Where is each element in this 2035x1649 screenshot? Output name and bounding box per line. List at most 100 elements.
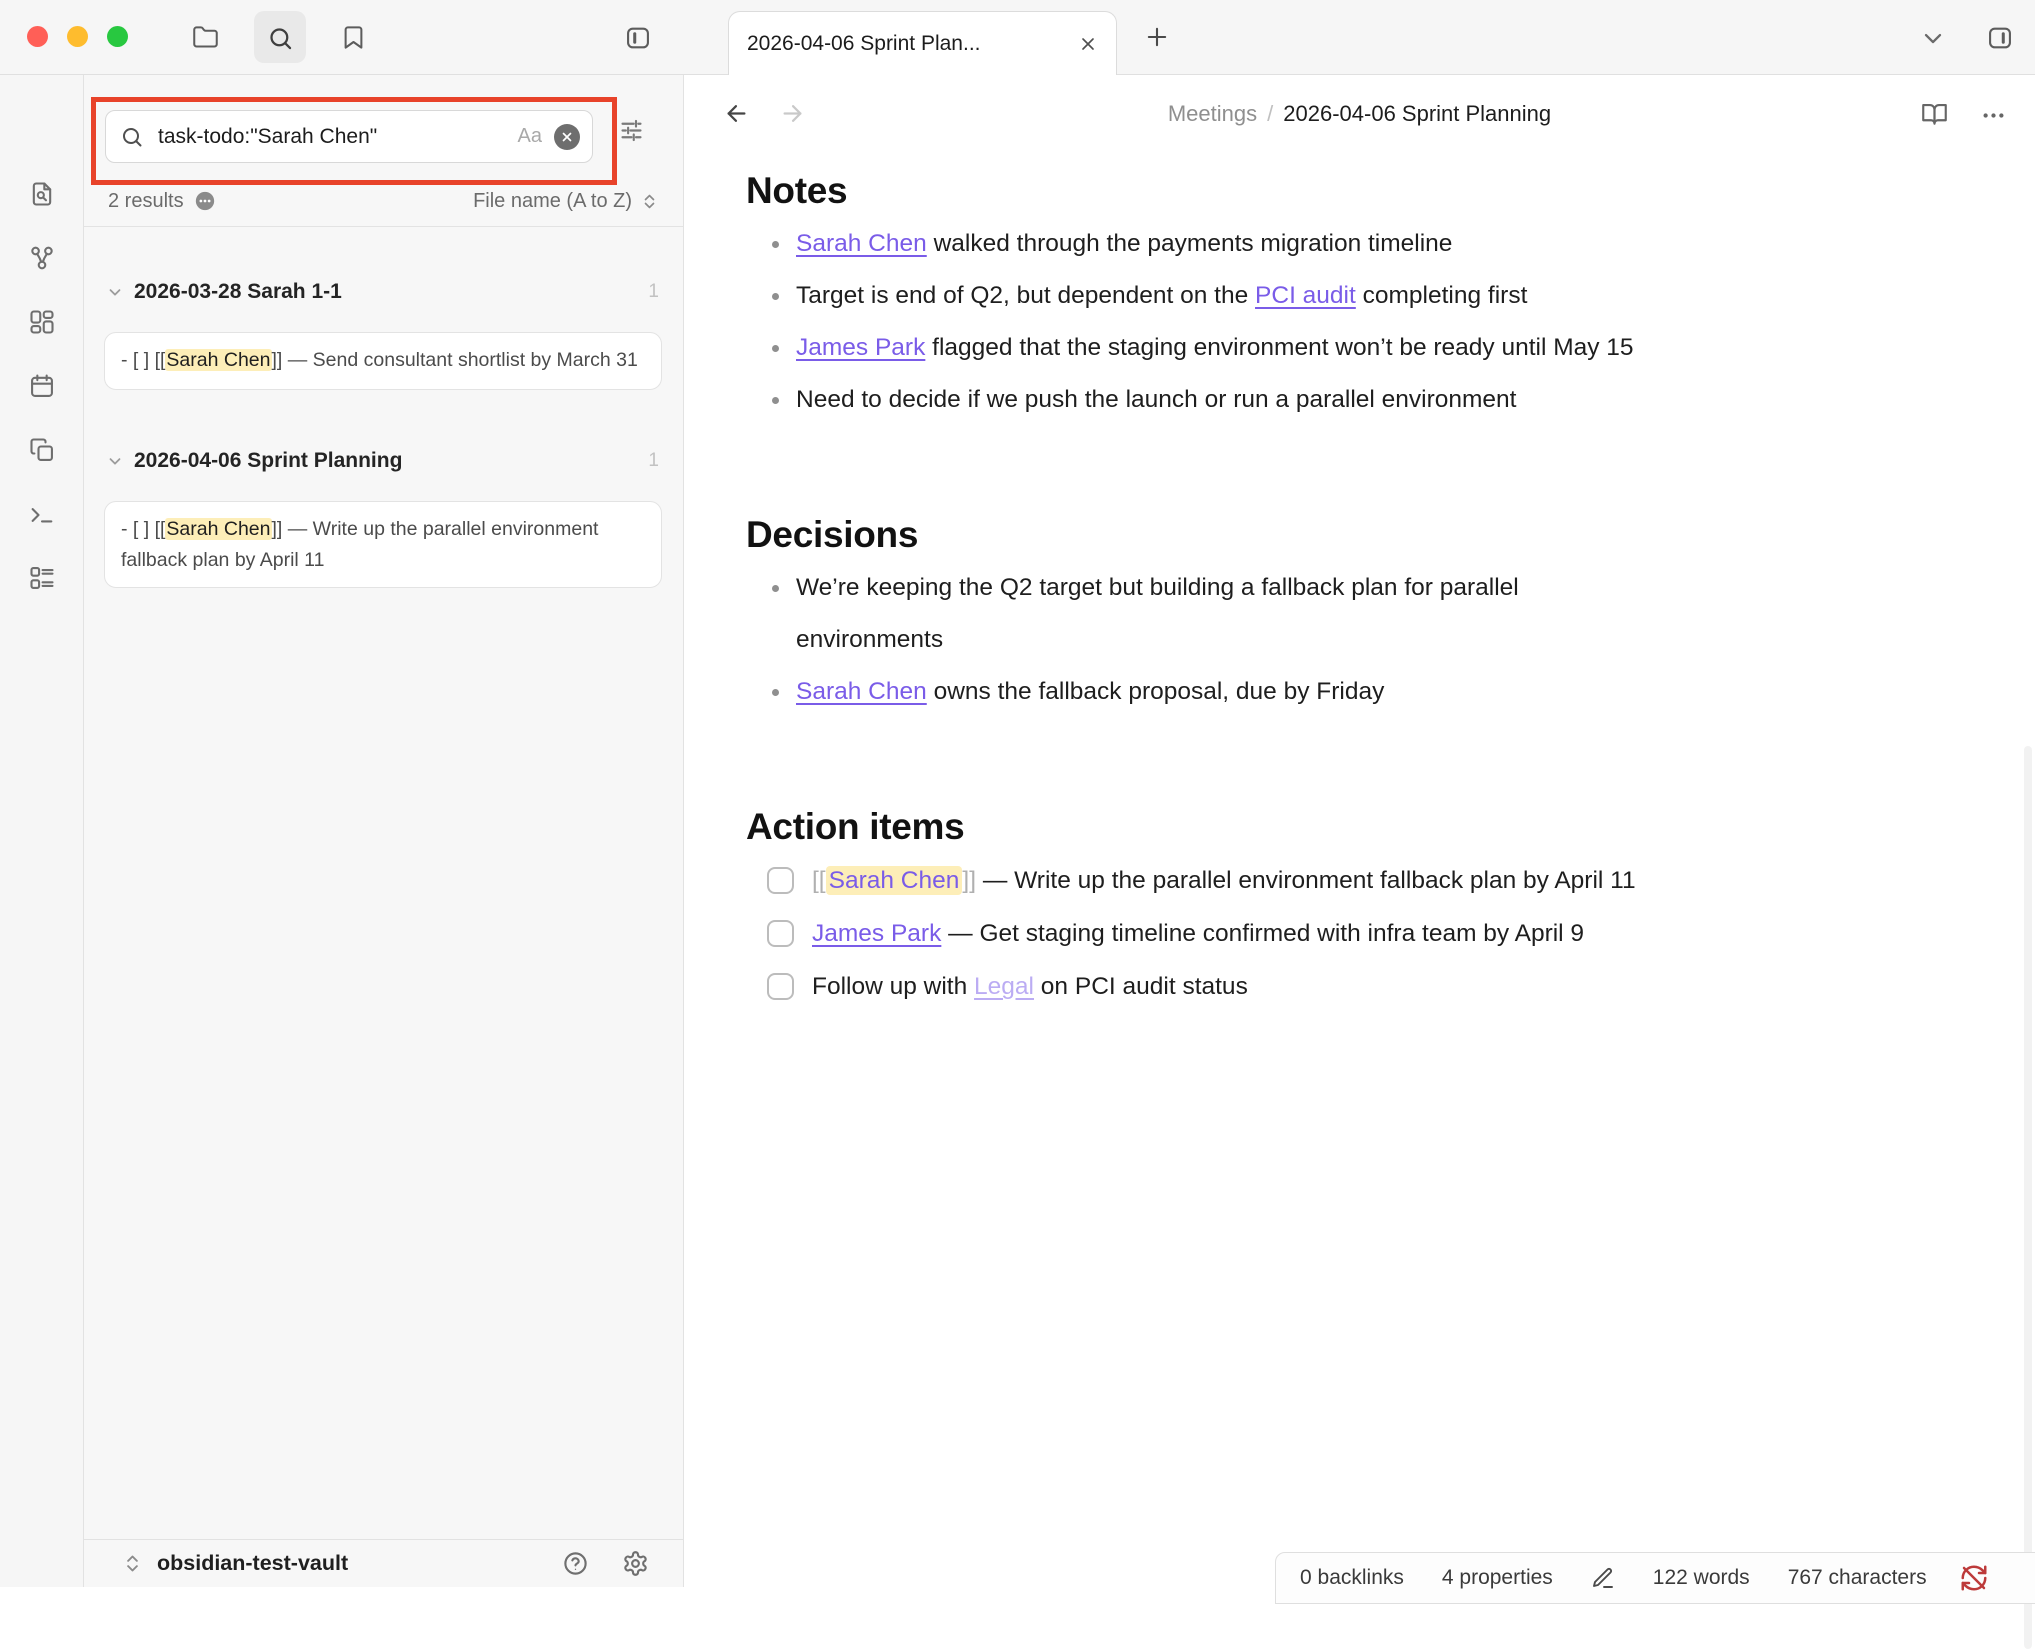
tab-close-icon[interactable]: [1078, 34, 1098, 54]
canvas-icon[interactable]: [28, 308, 56, 336]
bullet-item: Need to decide if we push the launch or …: [746, 374, 1986, 426]
text: - [ ] [[: [121, 518, 165, 540]
view-header: Meetings / 2026-04-06 Sprint Planning: [684, 75, 2035, 151]
text: environments: [796, 626, 943, 653]
bookmark-icon[interactable]: [340, 24, 367, 51]
task-item: [[Sarah Chen]] — Write up the parallel e…: [746, 854, 1986, 907]
breadcrumb-separator: /: [1267, 101, 1273, 126]
search-input[interactable]: [156, 124, 512, 150]
help-icon[interactable]: [562, 1550, 589, 1577]
vault-name[interactable]: obsidian-test-vault: [157, 1551, 348, 1576]
text: We’re keeping the Q2 target but building…: [796, 574, 1519, 601]
status-bar: 0 backlinks 4 properties 122 words 767 c…: [1275, 1552, 2035, 1604]
panel-right-toggle-icon[interactable]: [1986, 24, 2014, 52]
list-item-text: We’re keeping the Q2 target but building…: [796, 574, 1519, 653]
link-brackets: [[: [812, 867, 826, 894]
tab-list-chevron-down-icon[interactable]: [1919, 24, 1947, 52]
collapse-chevron-icon: [106, 452, 124, 470]
result-group-header[interactable]: 2026-03-28 Sarah 1-1 1: [106, 277, 659, 307]
copy-icon[interactable]: [28, 436, 56, 464]
edit-mode-pencil-icon[interactable]: [1591, 1566, 1615, 1590]
folder-icon[interactable]: [192, 24, 219, 51]
reading-mode-book-icon[interactable]: [1921, 100, 1948, 127]
collapse-chevron-icon: [106, 283, 124, 301]
clear-search-icon[interactable]: [554, 124, 580, 150]
text: walked through the payments migration ti…: [927, 230, 1453, 257]
list-item-text: Sarah Chen owns the fallback proposal, d…: [796, 678, 1384, 705]
task-checkbox[interactable]: [767, 920, 794, 947]
editor-pane: Meetings / 2026-04-06 Sprint Planning Note…: [684, 75, 2035, 1587]
titlebar: 2026-04-06 Sprint Plan...: [0, 0, 2035, 75]
settings-gear-icon[interactable]: [622, 1550, 649, 1577]
task-item: James Park — Get staging timeline confir…: [746, 907, 1986, 960]
bullet-list: Sarah Chen walked through the payments m…: [746, 218, 1986, 426]
search-result-item[interactable]: - [ ] [[Sarah Chen]] — Write up the para…: [104, 501, 662, 588]
ribbon: [0, 75, 84, 1587]
breadcrumb-note-title[interactable]: 2026-04-06 Sprint Planning: [1283, 101, 1551, 126]
search-highlight: Sarah Chen: [165, 349, 271, 371]
task-checkbox[interactable]: [767, 867, 794, 894]
list-item-text: [[Sarah Chen]] — Write up the parallel e…: [812, 854, 1636, 907]
result-group-header[interactable]: 2026-04-06 Sprint Planning 1: [106, 446, 659, 476]
tab-sprint-planning[interactable]: 2026-04-06 Sprint Plan...: [728, 11, 1117, 75]
minimize-window-button[interactable]: [67, 26, 88, 47]
search-icon[interactable]: [267, 25, 294, 52]
section-notes: Notes Sarah Chen walked through the paym…: [746, 168, 1986, 426]
graph-icon[interactable]: [28, 244, 56, 272]
bullet-item: We’re keeping the Q2 target but building…: [746, 562, 1986, 666]
unresolved-link[interactable]: Legal: [974, 973, 1034, 1000]
task-list: [[Sarah Chen]] — Write up the parallel e…: [746, 854, 1986, 1013]
search-pane: Aa 2 results File name (A to Z) 2026-03-…: [84, 75, 684, 1539]
list-item-text: Target is end of Q2, but dependent on th…: [796, 282, 1527, 309]
sync-off-icon[interactable]: [1959, 1563, 1989, 1593]
close-window-button[interactable]: [27, 26, 48, 47]
new-tab-icon[interactable]: [1143, 23, 1171, 51]
calendar-icon[interactable]: [28, 372, 56, 400]
bullet-item: Sarah Chen walked through the payments m…: [746, 218, 1986, 270]
bullet-item: James Park flagged that the staging envi…: [746, 322, 1986, 374]
internal-link[interactable]: Sarah Chen: [796, 230, 927, 257]
match-case-toggle[interactable]: Aa: [518, 125, 542, 148]
breadcrumb: Meetings / 2026-04-06 Sprint Planning: [684, 101, 2035, 127]
vault-switcher-icon[interactable]: [122, 1553, 143, 1574]
text: Follow up with: [812, 973, 974, 1000]
search-settings-sliders-icon[interactable]: [618, 117, 645, 144]
terminal-icon[interactable]: [28, 501, 56, 529]
text: owns the fallback proposal, due by Frida…: [927, 678, 1385, 705]
list-item-text: Sarah Chen walked through the payments m…: [796, 230, 1452, 257]
breadcrumb-folder[interactable]: Meetings: [1168, 101, 1257, 126]
result-file-name: 2026-03-28 Sarah 1-1: [134, 280, 342, 304]
list-item-text: James Park — Get staging timeline confir…: [812, 907, 1584, 960]
magnifier-icon: [120, 125, 144, 149]
file-search-icon[interactable]: [28, 180, 56, 208]
internal-link[interactable]: PCI audit: [1255, 282, 1356, 309]
more-options-icon[interactable]: [1980, 102, 2007, 129]
task-item: Follow up with Legal on PCI audit status: [746, 960, 1986, 1013]
bullet-list: We’re keeping the Q2 target but building…: [746, 562, 1986, 718]
task-checkbox[interactable]: [767, 973, 794, 1000]
results-info-icon[interactable]: [194, 190, 216, 212]
internal-link[interactable]: Sarah Chen: [826, 866, 963, 895]
scrollbar[interactable]: [2024, 746, 2032, 1649]
properties-status[interactable]: 4 properties: [1442, 1566, 1553, 1590]
search-input-container[interactable]: Aa: [105, 110, 593, 163]
vault-bar: obsidian-test-vault: [84, 1539, 684, 1587]
search-result-item[interactable]: - [ ] [[Sarah Chen]] — Send consultant s…: [104, 332, 662, 390]
backlinks-status[interactable]: 0 backlinks: [1300, 1566, 1404, 1590]
bullet-item: Sarah Chen owns the fallback proposal, d…: [746, 666, 1986, 718]
text: ]] — Send consultant shortlist by March …: [272, 349, 638, 371]
internal-link[interactable]: Sarah Chen: [796, 678, 927, 705]
internal-link[interactable]: James Park: [796, 334, 925, 361]
results-row: 2 results File name (A to Z): [108, 186, 659, 216]
search-highlight: Sarah Chen: [165, 518, 271, 540]
task-list-icon[interactable]: [28, 564, 56, 592]
text: — Write up the parallel environment fall…: [976, 867, 1636, 894]
section-heading: Notes: [746, 168, 1986, 214]
zoom-window-button[interactable]: [107, 26, 128, 47]
panel-left-toggle-icon[interactable]: [624, 24, 652, 52]
sort-order-selector[interactable]: File name (A to Z): [473, 190, 659, 213]
result-count-badge: 1: [648, 450, 659, 472]
tab-title: 2026-04-06 Sprint Plan...: [747, 32, 1078, 56]
internal-link[interactable]: James Park: [812, 920, 941, 947]
section-decisions: Decisions We’re keeping the Q2 target bu…: [746, 512, 1986, 718]
